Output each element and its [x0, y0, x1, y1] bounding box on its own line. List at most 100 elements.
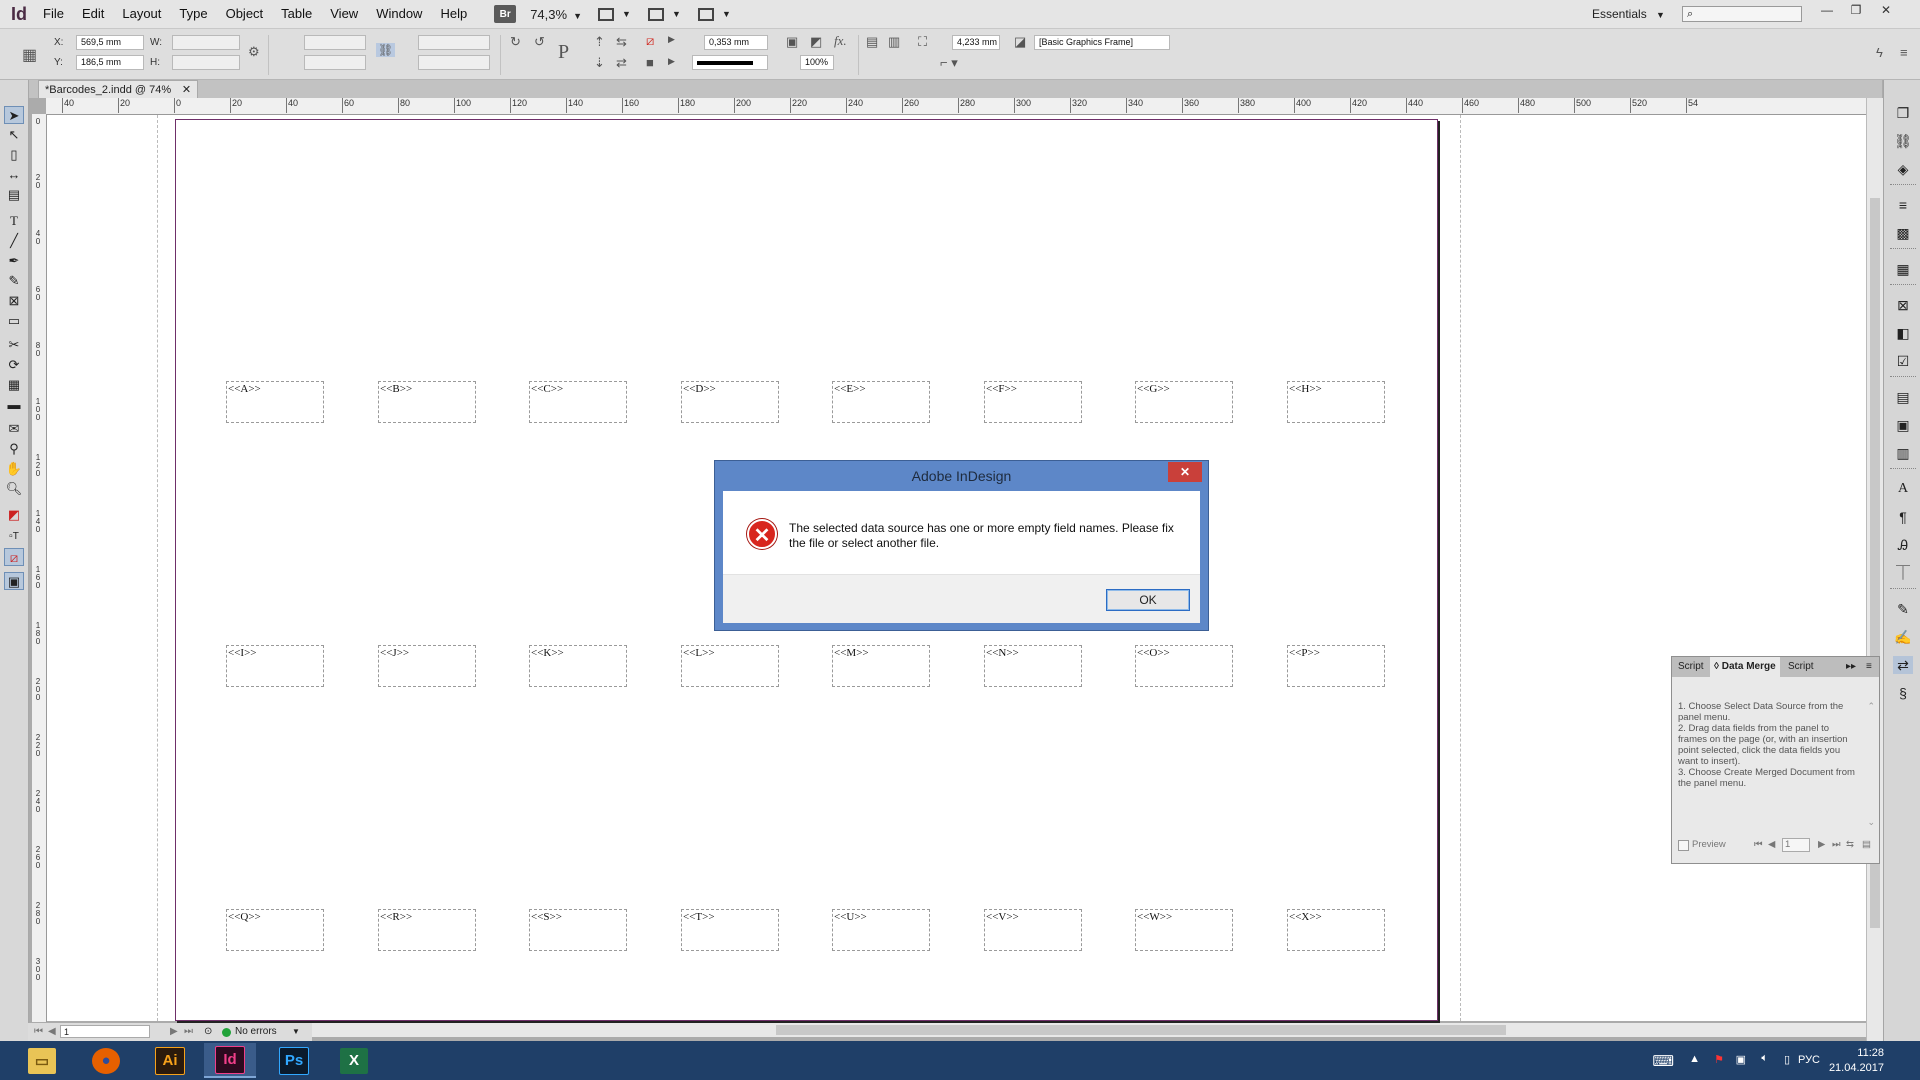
rectangle-tool-icon[interactable]: ▭	[4, 312, 24, 330]
merge-field-frame[interactable]: <<L>>	[681, 645, 779, 687]
stroke-outside-icon[interactable]: ▥	[888, 34, 900, 50]
character-styles-panel-icon[interactable]: ▥	[1893, 444, 1913, 462]
flip-icon[interactable]: P	[558, 41, 569, 64]
menu-layout[interactable]: Layout	[113, 0, 170, 28]
next-page-icon[interactable]: ▶	[170, 1023, 178, 1041]
document-tab[interactable]: *Barcodes_2.indd @ 74% ✕	[38, 80, 199, 98]
gradient-swatch-tool-icon[interactable]: ▦	[4, 376, 24, 394]
merge-field-frame[interactable]: <<C>>	[529, 381, 627, 423]
merge-field-frame[interactable]: <<Q>>	[226, 909, 324, 951]
volume-icon[interactable]: 🔈︎	[1761, 1052, 1768, 1065]
merge-field-frame[interactable]: <<E>>	[832, 381, 930, 423]
last-page-icon[interactable]: ⏭	[184, 1023, 193, 1041]
fx-icon[interactable]: fx.	[834, 33, 847, 49]
tabs-panel-icon[interactable]: ⏉	[1893, 564, 1913, 582]
stroke-weight-field[interactable]: 0,353 mm	[704, 35, 768, 50]
previous-record-icon[interactable]: ◀	[1768, 839, 1775, 850]
rotation-field[interactable]	[418, 35, 490, 50]
y-position-field[interactable]: 186,5 mm	[76, 55, 144, 70]
merge-field-frame[interactable]: <<N>>	[984, 645, 1082, 687]
merge-field-frame[interactable]: <<A>>	[226, 381, 324, 423]
note-tool-icon[interactable]: ✉	[4, 420, 24, 438]
arrange-documents-button[interactable]: ▼	[698, 5, 732, 23]
drop-shadow-icon[interactable]: ▣	[786, 34, 798, 50]
merge-field-frame[interactable]: <<J>>	[378, 645, 476, 687]
dialog-close-button[interactable]: ✕	[1168, 462, 1202, 482]
swatches-panel-icon[interactable]: ▩	[1893, 224, 1913, 242]
merge-field-frame[interactable]: <<F>>	[984, 381, 1082, 423]
taskbar-app-excel[interactable]: X	[328, 1043, 380, 1078]
paragraph-panel-icon[interactable]: ¶	[1893, 508, 1913, 526]
input-language[interactable]: РУС	[1798, 1054, 1820, 1066]
menu-window[interactable]: Window	[367, 0, 431, 28]
hand-tool-icon[interactable]: ✋	[4, 460, 24, 478]
merge-field-frame[interactable]: <<V>>	[984, 909, 1082, 951]
fitting-offset-field[interactable]: 4,233 mm	[952, 35, 1000, 50]
taskbar-app-firefox[interactable]: ●	[80, 1043, 132, 1078]
direct-selection-tool-icon[interactable]: ↖	[4, 126, 24, 144]
taskbar-app-indesign[interactable]: Id	[204, 1043, 256, 1078]
menu-edit[interactable]: Edit	[73, 0, 113, 28]
width-field[interactable]	[172, 35, 240, 50]
stroke-inside-icon[interactable]: ▤	[866, 34, 878, 50]
page-number-field[interactable]: 1	[60, 1025, 150, 1038]
preflight-panel-icon[interactable]: ☑	[1893, 352, 1913, 370]
x-position-field[interactable]: 569,5 mm	[76, 35, 144, 50]
scroll-down-icon[interactable]: ⌄	[1867, 817, 1875, 828]
effects-icon[interactable]: ◩	[810, 34, 822, 50]
pen-tool-icon[interactable]: ✒	[4, 252, 24, 270]
screen-mode-icon[interactable]: ▣	[4, 572, 24, 590]
paragraph-styles-panel-icon[interactable]: ▣	[1893, 416, 1913, 434]
selection-tool-icon[interactable]: ➤	[4, 106, 24, 124]
select-content-icon[interactable]: ⇣	[594, 55, 605, 71]
links-panel-icon[interactable]: ⛓	[1893, 132, 1913, 150]
collapse-panel-icon[interactable]: ▸▸	[1842, 657, 1860, 677]
next-record-icon[interactable]: ▶	[1818, 839, 1825, 850]
table-panel-icon[interactable]: ▦	[1893, 260, 1913, 278]
merge-field-frame[interactable]: <<R>>	[378, 909, 476, 951]
merge-field-frame[interactable]: <<T>>	[681, 909, 779, 951]
shear-field[interactable]	[418, 55, 490, 70]
tab-script[interactable]: Script	[1674, 657, 1708, 677]
menu-view[interactable]: View	[321, 0, 367, 28]
merge-field-frame[interactable]: <<K>>	[529, 645, 627, 687]
pages-panel-icon[interactable]: ❐	[1893, 104, 1913, 122]
menu-table[interactable]: Table	[272, 0, 321, 28]
layers-panel-icon[interactable]: ◈	[1893, 160, 1913, 178]
horizontal-scroll-thumb[interactable]	[776, 1025, 1506, 1035]
preview-checkbox[interactable]	[1678, 840, 1689, 851]
scripts-panel-icon[interactable]: ✎	[1893, 600, 1913, 618]
corner-shape-dropdown[interactable]: ⌐ ▾	[940, 55, 958, 71]
preflight-icon[interactable]: ⊙	[204, 1023, 212, 1041]
data-merge-panel-icon[interactable]: ⇄	[1893, 656, 1913, 674]
ok-button[interactable]: OK	[1106, 589, 1190, 611]
fill-swatch-icon[interactable]: ⧄	[646, 33, 654, 49]
merge-field-frame[interactable]: <<M>>	[832, 645, 930, 687]
record-number-field[interactable]: 1	[1782, 838, 1810, 852]
merge-field-frame[interactable]: <<B>>	[378, 381, 476, 423]
screen-mode-button[interactable]: ▼	[648, 5, 682, 23]
gradient-feather-tool-icon[interactable]: ▬	[4, 396, 24, 414]
page-tool-icon[interactable]: ▯	[4, 146, 24, 164]
free-transform-tool-icon[interactable]: ⟳	[4, 356, 24, 374]
panel-menu-icon[interactable]: ≡	[1862, 657, 1876, 677]
hyperlinks-panel-icon[interactable]: ⊠	[1893, 296, 1913, 314]
taskbar-app-illustrator[interactable]: Ai	[144, 1043, 196, 1078]
bridge-button[interactable]: Br	[494, 5, 517, 23]
first-page-icon[interactable]: ⏮	[34, 1023, 43, 1041]
menu-object[interactable]: Object	[217, 0, 273, 28]
action-center-icon[interactable]: ⚑	[1714, 1053, 1724, 1066]
scripts-panel-icon-2[interactable]: §	[1893, 684, 1913, 702]
pencil-tool-icon[interactable]: ✎	[4, 272, 24, 290]
type-tool-icon[interactable]: T	[4, 212, 24, 230]
merge-field-frame[interactable]: <<H>>	[1287, 381, 1385, 423]
eyedropper-tool-icon[interactable]: ⚲	[4, 440, 24, 458]
tab-script-label[interactable]: Script	[1784, 657, 1818, 677]
rotate-cw-icon[interactable]: ↻	[510, 34, 521, 50]
merge-field-frame[interactable]: <<S>>	[529, 909, 627, 951]
stroke-swatch-icon[interactable]: ■	[646, 55, 654, 70]
menu-file[interactable]: File	[34, 0, 73, 28]
zoom-tool-icon[interactable]: 🔍︎	[4, 480, 24, 498]
menu-type[interactable]: Type	[170, 0, 216, 28]
search-input[interactable]: ⌕	[1682, 6, 1802, 22]
